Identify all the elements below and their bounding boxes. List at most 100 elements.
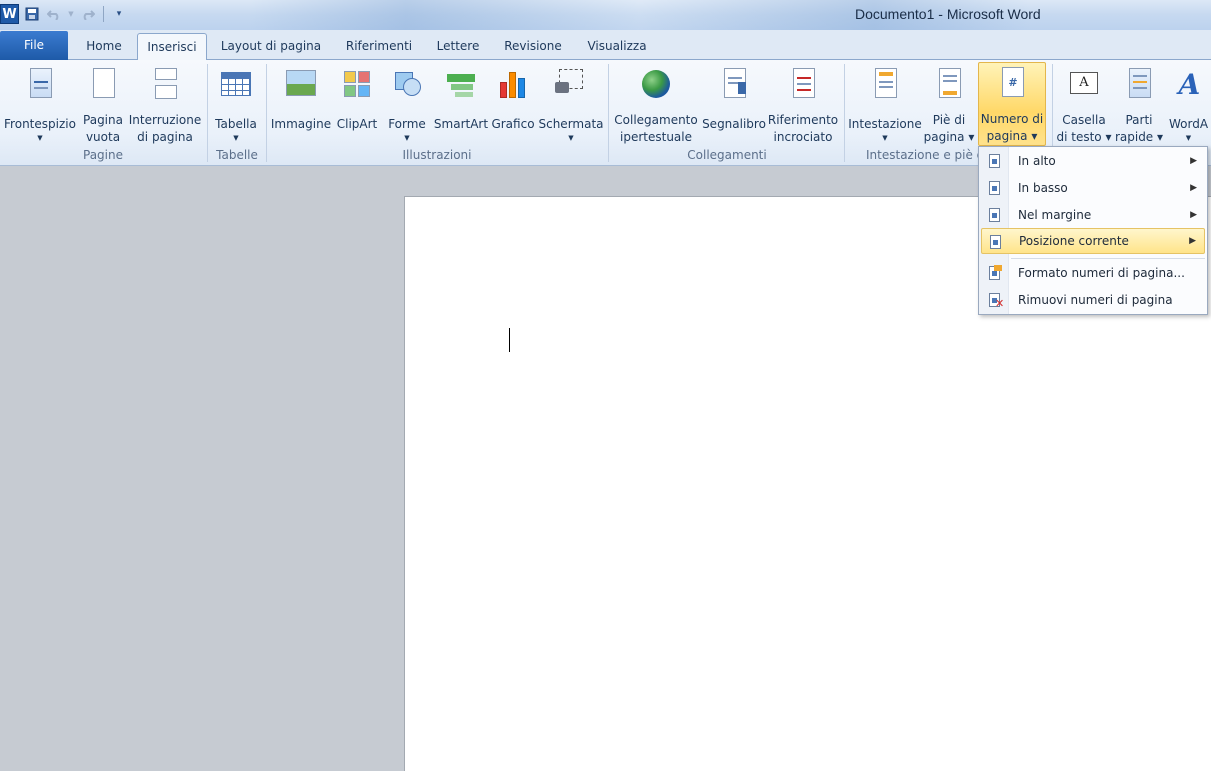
clipart-button[interactable]: ClipArt bbox=[334, 64, 380, 146]
submenu-arrow-icon: ▶ bbox=[1190, 183, 1197, 193]
quick-access-toolbar: W ▼ ▾ bbox=[0, 2, 128, 26]
grafico-label: Grafico bbox=[491, 117, 535, 131]
tab-layout-di-pagina[interactable]: Layout di pagina bbox=[214, 33, 328, 60]
hyperlink-globe-icon bbox=[640, 68, 672, 98]
intestazione-label: Intestazione bbox=[848, 117, 922, 131]
smartart-icon bbox=[445, 68, 477, 102]
clipart-label: ClipArt bbox=[336, 117, 378, 131]
window-title: Documento1 - Microsoft Word bbox=[855, 6, 1041, 22]
tab-lettere[interactable]: Lettere bbox=[429, 33, 487, 60]
cover-page-icon bbox=[24, 68, 56, 102]
riferimento-incrociato-button[interactable]: Riferimento incrociato bbox=[768, 64, 838, 146]
text-cursor bbox=[509, 328, 510, 352]
immagine-button[interactable]: Immagine bbox=[270, 64, 332, 146]
picture-icon bbox=[285, 68, 317, 102]
quick-parts-icon bbox=[1123, 68, 1155, 98]
remove-numbers-icon: ✕ bbox=[988, 292, 1004, 309]
menu-item-rimuovi-numeri[interactable]: ✕ Rimuovi numeri di pagina bbox=[981, 287, 1205, 313]
submenu-arrow-icon: ▶ bbox=[1189, 236, 1196, 246]
tab-home[interactable]: Home bbox=[76, 33, 132, 60]
undo-dropdown-icon[interactable]: ▼ bbox=[67, 5, 75, 23]
tabella-button[interactable]: Tabella ▼ bbox=[210, 64, 262, 146]
group-label-pagine: Pagine bbox=[83, 148, 123, 162]
tabella-label: Tabella bbox=[215, 117, 257, 131]
segnalibro-label: Segnalibro bbox=[702, 117, 766, 131]
chevron-down-icon: ▼ bbox=[37, 134, 43, 142]
chart-icon bbox=[497, 68, 529, 102]
pagina-vuota-label: Pagina vuota bbox=[83, 113, 123, 144]
word-logo-icon[interactable]: W bbox=[0, 4, 19, 24]
current-position-icon bbox=[989, 234, 1003, 250]
chevron-down-icon: ▼ bbox=[233, 134, 239, 142]
menu-item-nel-margine[interactable]: Nel margine ▶ bbox=[981, 202, 1205, 228]
menu-item-label: Nel margine bbox=[1018, 208, 1092, 222]
tab-visualizza[interactable]: Visualizza bbox=[580, 33, 654, 60]
menu-item-label: Formato numeri di pagina... bbox=[1018, 266, 1185, 280]
tab-inserisci[interactable]: Inserisci bbox=[137, 33, 207, 61]
interruzione-label: Interruzione di pagina bbox=[128, 113, 202, 144]
page-margin-icon bbox=[988, 207, 1002, 223]
group-label-collegamenti: Collegamenti bbox=[687, 148, 767, 162]
numero-di-pagina-button[interactable]: # Numero di pagina ▾ bbox=[978, 62, 1046, 146]
menu-item-formato-numeri[interactable]: Formato numeri di pagina... bbox=[981, 260, 1205, 286]
collegamento-ipertestuale-button[interactable]: Collegamento ipertestuale bbox=[613, 64, 699, 146]
menu-item-posizione-corrente[interactable]: Posizione corrente ▶ bbox=[981, 228, 1205, 254]
smartart-button[interactable]: SmartArt bbox=[432, 64, 490, 146]
menu-item-label: In basso bbox=[1018, 181, 1068, 195]
intestazione-button[interactable]: Intestazione ▼ bbox=[848, 64, 922, 146]
group-separator bbox=[608, 64, 609, 162]
schermata-label: Schermata bbox=[538, 117, 604, 131]
menu-item-in-alto[interactable]: In alto ▶ bbox=[981, 148, 1205, 174]
schermata-button[interactable]: Schermata ▼ bbox=[538, 64, 604, 146]
save-icon[interactable] bbox=[23, 5, 41, 23]
pagina-vuota-button[interactable]: Pagina vuota bbox=[80, 64, 126, 146]
undo-icon[interactable] bbox=[45, 5, 63, 23]
page-top-icon bbox=[988, 153, 1002, 169]
menu-item-label: Rimuovi numeri di pagina bbox=[1018, 293, 1173, 307]
casella-di-testo-button[interactable]: A Casella di testo ▾ bbox=[1056, 64, 1112, 146]
frontespizio-label: Frontespizio bbox=[4, 117, 76, 131]
header-icon bbox=[869, 68, 901, 102]
format-numbers-icon bbox=[988, 265, 1002, 281]
redo-icon[interactable] bbox=[79, 5, 97, 23]
numero-di-pagina-label: Numero di pagina ▾ bbox=[980, 112, 1044, 143]
clipart-icon bbox=[341, 68, 373, 102]
menu-item-label: In alto bbox=[1018, 154, 1056, 168]
page-number-icon: # bbox=[996, 67, 1028, 97]
menu-item-in-basso[interactable]: In basso ▶ bbox=[981, 175, 1205, 201]
table-icon bbox=[220, 68, 252, 102]
chevron-down-icon: ▼ bbox=[1185, 134, 1192, 142]
title-bar: W ▼ ▾ Documento1 - Microsoft Word bbox=[0, 0, 1211, 30]
segnalibro-button[interactable]: Segnalibro bbox=[700, 64, 768, 146]
riferimento-label: Riferimento incrociato bbox=[767, 113, 839, 144]
tab-revisione[interactable]: Revisione bbox=[496, 33, 570, 60]
frontespizio-button[interactable]: Frontespizio ▼ bbox=[2, 64, 78, 146]
forme-button[interactable]: Forme ▼ bbox=[384, 64, 430, 146]
group-label-tabelle: Tabelle bbox=[216, 148, 258, 162]
chevron-down-icon: ▼ bbox=[404, 134, 410, 142]
smartart-label: SmartArt bbox=[433, 117, 489, 131]
group-label-intestazione: Intestazione e piè d bbox=[866, 148, 985, 162]
immagine-label: Immagine bbox=[270, 117, 332, 131]
shapes-icon bbox=[391, 68, 423, 102]
page-break-icon bbox=[149, 68, 181, 99]
parti-rapide-button[interactable]: Parti rapide ▾ bbox=[1114, 64, 1164, 146]
wordart-icon: A bbox=[1178, 68, 1201, 101]
menu-item-label: Posizione corrente bbox=[1019, 234, 1129, 248]
pie-di-pagina-label: Piè di pagina ▾ bbox=[923, 113, 975, 144]
qat-separator bbox=[103, 6, 104, 22]
chevron-down-icon: ▼ bbox=[882, 134, 888, 142]
pie-di-pagina-button[interactable]: Piè di pagina ▾ bbox=[922, 64, 976, 146]
screenshot-icon bbox=[555, 68, 587, 102]
wordart-button[interactable]: A WordA ▼ bbox=[1166, 64, 1211, 146]
grafico-button[interactable]: Grafico bbox=[490, 64, 536, 146]
tab-file[interactable]: File bbox=[0, 31, 68, 60]
tab-riferimenti[interactable]: Riferimenti bbox=[336, 33, 422, 60]
parti-rapide-label: Parti rapide ▾ bbox=[1114, 113, 1164, 144]
cross-reference-icon bbox=[787, 68, 819, 98]
interruzione-di-pagina-button[interactable]: Interruzione di pagina bbox=[128, 64, 202, 146]
ribbon-tabs: File Home Inserisci Layout di pagina Rif… bbox=[0, 30, 1211, 61]
wordart-label: WordA bbox=[1168, 117, 1209, 131]
customize-qat-icon[interactable]: ▾ bbox=[110, 5, 128, 23]
chevron-down-icon: ▼ bbox=[568, 134, 574, 142]
